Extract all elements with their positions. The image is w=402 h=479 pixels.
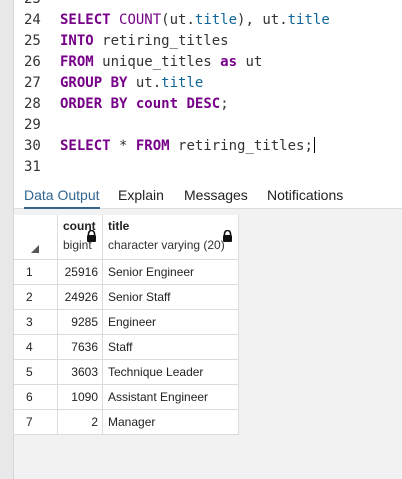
code-token: (ut. bbox=[161, 12, 195, 28]
line-number: 31 bbox=[24, 159, 41, 175]
code-token: retiring_titles; bbox=[169, 138, 313, 154]
code-line[interactable]: 25 INTO retiring_titles bbox=[14, 31, 402, 52]
count-cell[interactable]: 3603 bbox=[58, 360, 103, 385]
line-number: 25 bbox=[24, 33, 41, 49]
code-line[interactable]: 28 ORDER BY count DESC; bbox=[14, 94, 402, 115]
title-cell[interactable]: Engineer bbox=[103, 310, 239, 335]
sort-corner-icon bbox=[31, 245, 39, 253]
code-token: FROM bbox=[60, 54, 94, 70]
line-number: 24 bbox=[24, 12, 41, 28]
code-text: SELECT COUNT(ut.title), ut.title bbox=[60, 10, 330, 31]
row-number-cell[interactable]: 3 bbox=[14, 310, 58, 335]
code-token: ORDER BY bbox=[60, 96, 128, 112]
tab-data-output[interactable]: Data Output bbox=[24, 181, 100, 209]
count-cell[interactable]: 9285 bbox=[58, 310, 103, 335]
tab-explain[interactable]: Explain bbox=[118, 181, 164, 209]
table-row[interactable]: 5 3603 Technique Leader bbox=[14, 360, 239, 385]
count-cell[interactable]: 24926 bbox=[58, 285, 103, 310]
code-token: FROM bbox=[135, 138, 170, 154]
column-header-count[interactable]: count bigint bbox=[58, 215, 103, 260]
column-type: character varying (20) bbox=[108, 238, 225, 252]
row-number-cell[interactable]: 4 bbox=[14, 335, 58, 360]
code-text: FROM unique_titles as ut bbox=[60, 52, 262, 73]
code-token: COUNT bbox=[119, 12, 162, 28]
table-row[interactable]: 3 9285 Engineer bbox=[14, 310, 239, 335]
result-tabs: Data Output Explain Messages Notificatio… bbox=[14, 181, 402, 209]
code-line[interactable]: 26 FROM unique_titles as ut bbox=[14, 52, 402, 73]
count-cell[interactable]: 2 bbox=[58, 410, 103, 435]
tab-notifications[interactable]: Notifications bbox=[267, 181, 343, 209]
row-number-cell[interactable]: 7 bbox=[14, 410, 58, 435]
line-number: 28 bbox=[24, 96, 41, 112]
code-token: count bbox=[135, 96, 179, 112]
table-row[interactable]: 2 24926 Senior Staff bbox=[14, 285, 239, 310]
code-token: SELECT bbox=[60, 138, 111, 154]
title-cell[interactable]: Manager bbox=[103, 410, 239, 435]
code-token: ; bbox=[220, 96, 229, 112]
count-cell[interactable]: 7636 bbox=[58, 335, 103, 360]
count-cell[interactable]: 25916 bbox=[58, 260, 103, 285]
line-number: 26 bbox=[24, 54, 41, 70]
code-token: INTO bbox=[60, 33, 94, 49]
code-text: ORDER BY count DESC; bbox=[60, 94, 229, 115]
row-number-cell[interactable]: 2 bbox=[14, 285, 58, 310]
code-line[interactable]: 27 GROUP BY ut.title bbox=[14, 73, 402, 94]
code-line[interactable]: 23 bbox=[14, 0, 402, 10]
tab-messages[interactable]: Messages bbox=[184, 181, 248, 209]
code-token: title bbox=[287, 12, 330, 28]
code-token: as bbox=[220, 54, 238, 70]
title-cell[interactable]: Senior Staff bbox=[103, 285, 239, 310]
left-panel-strip bbox=[0, 0, 14, 479]
code-token: ut. bbox=[127, 75, 162, 91]
count-cell[interactable]: 1090 bbox=[58, 385, 103, 410]
table-row[interactable]: 4 7636 Staff bbox=[14, 335, 239, 360]
row-number-cell[interactable]: 5 bbox=[14, 360, 58, 385]
lock-icon bbox=[87, 230, 96, 242]
code-token: DESC bbox=[186, 96, 221, 112]
title-cell[interactable]: Staff bbox=[103, 335, 239, 360]
line-number: 29 bbox=[24, 117, 41, 133]
line-number: 30 bbox=[24, 138, 41, 154]
code-token: title bbox=[161, 75, 204, 91]
text-cursor bbox=[313, 137, 315, 153]
row-number-cell[interactable]: 6 bbox=[14, 385, 58, 410]
row-number-cell[interactable]: 1 bbox=[14, 260, 58, 285]
sql-editor[interactable]: 2324SELECT COUNT(ut.title), ut.title25IN… bbox=[14, 0, 402, 181]
code-token: ), ut. bbox=[237, 12, 288, 28]
title-cell[interactable]: Technique Leader bbox=[103, 360, 239, 385]
code-token: * bbox=[110, 138, 136, 154]
lock-icon bbox=[223, 230, 232, 242]
title-cell[interactable]: Assistant Engineer bbox=[103, 385, 239, 410]
table-row[interactable]: 1 25916 Senior Engineer bbox=[14, 260, 239, 285]
column-name: title bbox=[108, 219, 130, 233]
column-header-title[interactable]: title character varying (20) bbox=[103, 215, 239, 260]
code-line[interactable]: 29 bbox=[14, 115, 402, 136]
code-text: SELECT * FROM retiring_titles; bbox=[60, 136, 315, 157]
code-token: title bbox=[194, 12, 238, 28]
code-text: GROUP BY ut.title bbox=[60, 73, 203, 94]
code-text: INTO retiring_titles bbox=[60, 31, 229, 52]
code-line[interactable]: 30 SELECT * FROM retiring_titles; bbox=[14, 136, 402, 157]
code-token: SELECT bbox=[60, 12, 120, 28]
code-token: GROUP BY bbox=[60, 75, 128, 91]
code-line[interactable]: 31 bbox=[14, 157, 402, 178]
grid-corner-header[interactable] bbox=[14, 215, 58, 260]
code-token: ut bbox=[237, 54, 263, 70]
line-number: 27 bbox=[24, 75, 41, 91]
table-row[interactable]: 7 2 Manager bbox=[14, 410, 239, 435]
table-row[interactable]: 6 1090 Assistant Engineer bbox=[14, 385, 239, 410]
data-output-grid: count bigint title character varying (20… bbox=[14, 209, 402, 479]
code-token: retiring_titles bbox=[93, 33, 229, 49]
code-token: unique_titles bbox=[93, 54, 221, 70]
line-number: 23 bbox=[24, 0, 50, 10]
code-line[interactable]: 24 SELECT COUNT(ut.title), ut.title bbox=[14, 10, 402, 31]
title-cell[interactable]: Senior Engineer bbox=[103, 260, 239, 285]
